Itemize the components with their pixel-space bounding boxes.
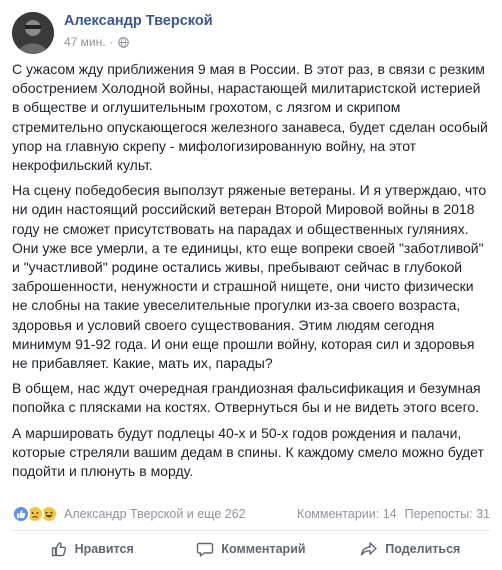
share-icon <box>361 542 377 556</box>
comment-button[interactable]: Комментарий <box>171 532 330 566</box>
thumbs-up-icon <box>51 542 66 557</box>
facebook-post: Александр Тверской 47 мин. · С ужасом жд… <box>0 0 502 570</box>
post-paragraph: С ужасом жду приближения 9 мая в России.… <box>12 61 488 174</box>
post-counts: Комментарии: 14 Перепосты: 31 <box>297 507 490 521</box>
globe-icon[interactable] <box>117 36 129 48</box>
post-meta: 47 мин. · <box>64 35 129 49</box>
comments-count[interactable]: Комментарии: 14 <box>297 507 397 521</box>
post-paragraph: А маршировать будут подлецы 40-х и 50-х … <box>12 424 484 480</box>
post-stats: Александр Тверской и еще 262 Комментарии… <box>12 503 490 525</box>
post-body: С ужасом жду приближения 9 мая в России.… <box>12 60 490 487</box>
author-name[interactable]: Александр Тверской <box>64 13 213 29</box>
author-avatar[interactable] <box>12 12 54 54</box>
comment-label: Комментарий <box>221 542 306 556</box>
divider <box>12 530 490 531</box>
reaction-icons[interactable] <box>12 505 58 523</box>
meta-separator: · <box>109 35 114 49</box>
like-button[interactable]: Нравится <box>12 532 171 566</box>
post-header: Александр Тверской 47 мин. · <box>12 12 492 54</box>
action-bar: Нравится Комментарий Поделиться <box>12 532 490 566</box>
post-time[interactable]: 47 мин. <box>64 35 106 49</box>
shares-count[interactable]: Перепосты: 31 <box>405 507 490 521</box>
comment-icon <box>197 542 214 557</box>
like-label: Нравится <box>74 542 134 556</box>
post-paragraph: На сцену победобесия выползут ряженые ве… <box>12 182 487 372</box>
reactors-text[interactable]: Александр Тверской и еще 262 <box>64 507 246 521</box>
avatar-image <box>12 12 54 54</box>
share-label: Поделиться <box>385 542 461 556</box>
like-icon <box>12 505 30 523</box>
post-paragraph: В общем, нас ждут очередная грандиозная … <box>12 380 481 416</box>
share-button[interactable]: Поделиться <box>331 532 490 566</box>
